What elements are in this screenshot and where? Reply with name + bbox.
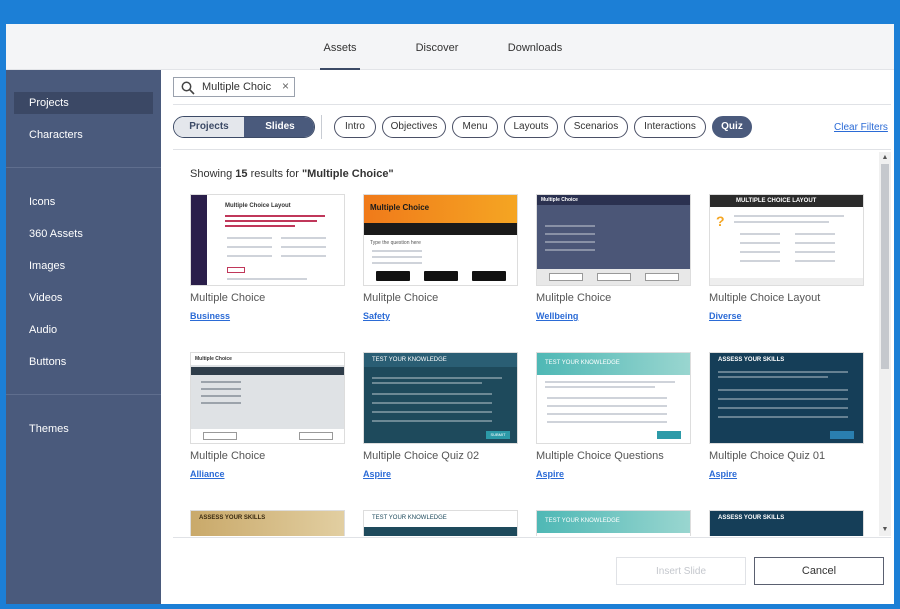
card-thumbnail[interactable]: ASSESS YOUR SKILLS <box>709 510 864 536</box>
card-thumbnail[interactable]: Multiple Choice Layout <box>190 194 345 286</box>
search-input[interactable] <box>202 80 276 94</box>
search-icon <box>181 81 195 95</box>
card-thumbnail[interactable]: TEST YOUR KNOWLEDGE SUBMIT <box>363 352 518 444</box>
card-category-link[interactable]: Business <box>190 311 230 321</box>
toggle-projects[interactable]: Projects <box>174 117 244 137</box>
card-title: Multiple Choice <box>190 450 266 462</box>
filter-menu[interactable]: Menu <box>452 116 498 138</box>
card-thumbnail[interactable]: ASSESS YOUR SKILLS <box>709 352 864 444</box>
footer-divider <box>173 537 891 538</box>
card-category-link[interactable]: Diverse <box>709 311 742 321</box>
card-thumbnail[interactable]: TEST YOUR KNOWLEDGE <box>536 510 691 536</box>
card-thumbnail[interactable]: TEST YOUR KNOWLEDGE <box>536 352 691 444</box>
sidebar-item-characters[interactable]: Characters <box>14 124 153 146</box>
card-thumbnail[interactable]: Multiple Choice <box>536 194 691 286</box>
card-thumbnail[interactable]: Multiple Choice <box>190 352 345 444</box>
main-panel: × Projects Slides Intro Objectives Menu … <box>161 70 894 604</box>
sidebar-item-360-assets[interactable]: 360 Assets <box>14 223 153 245</box>
card-title: Multiple Choice <box>190 292 266 304</box>
card-title: Mulitple Choice <box>363 292 439 304</box>
results-scrollbar[interactable]: ▲ ▼ <box>879 152 891 536</box>
tab-downloads[interactable]: Downloads <box>505 24 565 70</box>
results-summary: Showing 15 results for "Multiple Choice" <box>190 168 394 180</box>
filter-separator <box>321 115 322 139</box>
tab-discover[interactable]: Discover <box>412 24 462 70</box>
tab-assets[interactable]: Assets <box>320 24 360 70</box>
divider <box>173 104 891 105</box>
sidebar-item-projects[interactable]: Projects <box>14 92 153 114</box>
sidebar-item-videos[interactable]: Videos <box>14 287 153 309</box>
card-thumbnail[interactable]: TEST YOUR KNOWLEDGE <box>363 510 518 536</box>
scroll-down-icon[interactable]: ▼ <box>881 526 889 534</box>
sidebar-item-images[interactable]: Images <box>14 255 153 277</box>
card-thumbnail[interactable]: ASSESS YOUR SKILLS <box>190 510 345 536</box>
filter-objectives[interactable]: Objectives <box>382 116 446 138</box>
card-thumbnail[interactable]: MULTIPLE CHOICE LAYOUT ? <box>709 194 864 286</box>
sidebar-item-buttons[interactable]: Buttons <box>14 351 153 373</box>
card-title: Mulitple Choice <box>536 292 612 304</box>
card-category-link[interactable]: Alliance <box>190 469 225 479</box>
filter-intro[interactable]: Intro <box>334 116 376 138</box>
card-category-link[interactable]: Aspire <box>536 469 564 479</box>
clear-search-icon[interactable]: × <box>282 79 289 93</box>
card-category-link[interactable]: Wellbeing <box>536 311 578 321</box>
scroll-up-icon[interactable]: ▲ <box>881 154 889 162</box>
clear-filters-link[interactable]: Clear Filters <box>834 122 888 133</box>
sidebar-item-themes[interactable]: Themes <box>14 418 153 440</box>
card-category-link[interactable]: Safety <box>363 311 390 321</box>
card-title: Multiple Choice Questions <box>536 450 664 462</box>
top-navigation: Assets Discover Downloads <box>6 24 894 70</box>
sidebar: Projects Characters Icons 360 Assets Ima… <box>6 70 161 604</box>
sidebar-divider <box>6 167 161 168</box>
card-category-link[interactable]: Aspire <box>709 469 737 479</box>
filter-interactions[interactable]: Interactions <box>634 116 706 138</box>
sidebar-item-audio[interactable]: Audio <box>14 319 153 341</box>
filter-layouts[interactable]: Layouts <box>504 116 558 138</box>
scrollbar-thumb[interactable] <box>881 164 889 369</box>
sidebar-divider <box>6 394 161 395</box>
card-title: Multiple Choice Layout <box>709 292 821 304</box>
filter-scenarios[interactable]: Scenarios <box>564 116 628 138</box>
card-category-link[interactable]: Aspire <box>363 469 391 479</box>
search-box: × <box>173 77 295 97</box>
cancel-button[interactable]: Cancel <box>754 557 884 585</box>
card-thumbnail[interactable]: Multiple Choice Type the question here <box>363 194 518 286</box>
sidebar-item-icons[interactable]: Icons <box>14 191 153 213</box>
toggle-slides[interactable]: Slides <box>244 117 314 137</box>
results-grid: Showing 15 results for "Multiple Choice"… <box>161 150 878 536</box>
projects-slides-toggle: Projects Slides <box>173 116 315 138</box>
insert-slide-button[interactable]: Insert Slide <box>616 557 746 585</box>
asset-browser-window: Assets Discover Downloads Projects Chara… <box>6 24 894 604</box>
card-title: Multiple Choice Quiz 01 <box>709 450 826 462</box>
filter-quiz[interactable]: Quiz <box>712 116 752 138</box>
question-mark-icon: ? <box>716 213 725 229</box>
card-title: Multiple Choice Quiz 02 <box>363 450 480 462</box>
